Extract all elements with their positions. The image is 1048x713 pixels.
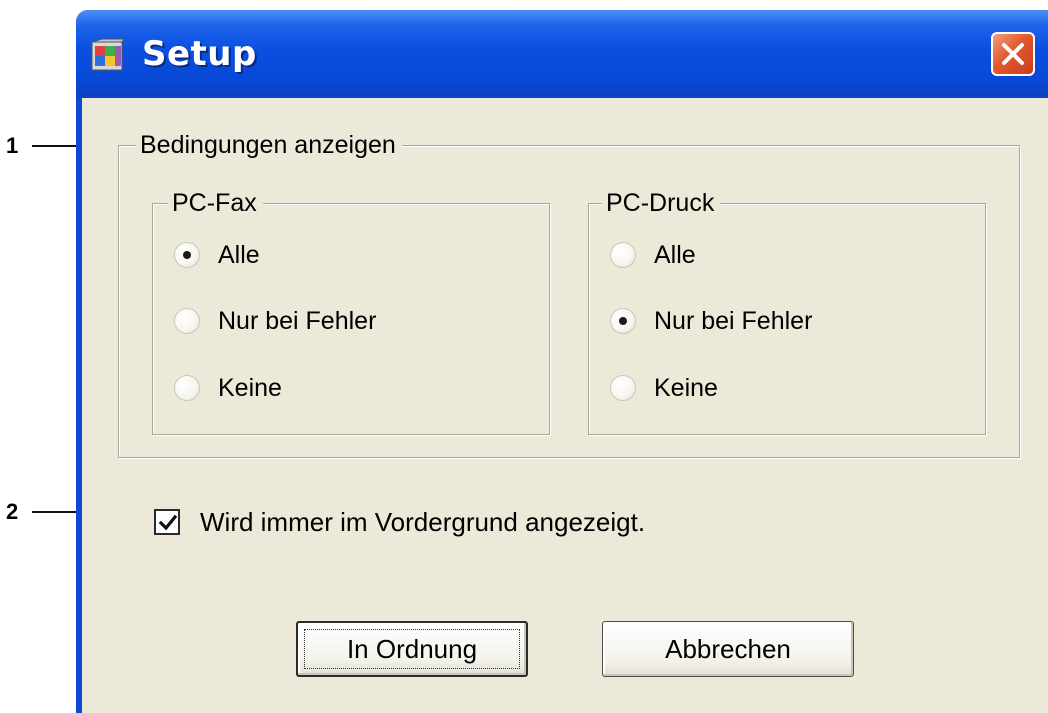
radio-label: Alle: [218, 240, 260, 269]
close-button[interactable]: [991, 32, 1035, 76]
window-title: Setup: [142, 34, 257, 74]
radio-button[interactable]: [174, 375, 200, 401]
radio-button[interactable]: [174, 242, 200, 268]
title-bar[interactable]: Setup: [76, 10, 1048, 98]
pc-print-option-errors-only[interactable]: Nur bei Fehler: [610, 304, 812, 338]
radio-button[interactable]: [610, 375, 636, 401]
always-on-top-label: Wird immer im Vordergrund angezeigt.: [200, 506, 646, 537]
radio-button[interactable]: [610, 242, 636, 268]
display-conditions-label: Bedingungen anzeigen: [136, 130, 402, 160]
checkmark-icon: [158, 514, 178, 531]
pc-print-option-all[interactable]: Alle: [610, 238, 696, 272]
pc-fax-option-errors-only[interactable]: Nur bei Fehler: [174, 304, 376, 338]
radio-label: Keine: [218, 373, 282, 402]
page: 1 2 Setup Bedingungen anzeigen PC-Fax Al…: [0, 0, 1048, 713]
setup-app-icon: [90, 38, 126, 74]
always-on-top-option[interactable]: Wird immer im Vordergrund angezeigt.: [154, 504, 645, 540]
setup-window: Setup Bedingungen anzeigen PC-Fax Alle N…: [76, 10, 1048, 713]
pc-print-option-none[interactable]: Keine: [610, 371, 718, 405]
callout-number-1: 1: [6, 133, 19, 158]
close-icon: [1002, 43, 1024, 65]
cancel-button-label: Abbrechen: [665, 633, 791, 664]
ok-button[interactable]: In Ordnung: [296, 621, 528, 677]
pc-fax-option-all[interactable]: Alle: [174, 238, 260, 272]
pc-fax-label: PC-Fax: [168, 188, 263, 218]
radio-label: Nur bei Fehler: [654, 306, 813, 335]
radio-label: Keine: [654, 373, 718, 402]
pc-print-label: PC-Druck: [602, 188, 721, 218]
radio-button[interactable]: [610, 308, 636, 334]
always-on-top-checkbox[interactable]: [154, 509, 180, 535]
radio-button[interactable]: [174, 308, 200, 334]
dialog-client-area: Bedingungen anzeigen PC-Fax Alle Nur bei…: [82, 98, 1048, 713]
cancel-button[interactable]: Abbrechen: [602, 621, 854, 677]
callout-number-2: 2: [6, 499, 19, 524]
radio-label: Alle: [654, 240, 696, 269]
pc-fax-option-none[interactable]: Keine: [174, 371, 282, 405]
radio-label: Nur bei Fehler: [218, 306, 377, 335]
ok-button-label: In Ordnung: [346, 633, 478, 664]
